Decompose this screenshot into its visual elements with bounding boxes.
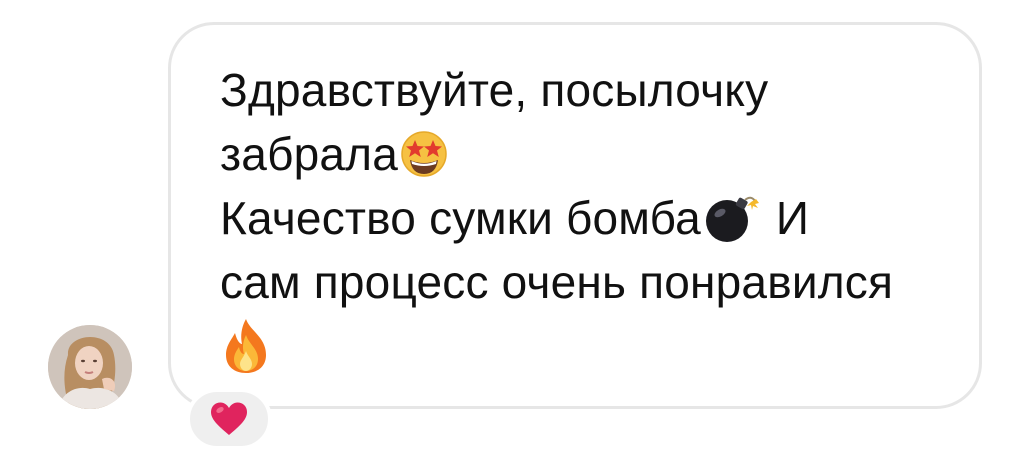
bomb-emoji-icon (701, 191, 763, 245)
avatar[interactable] (48, 325, 132, 409)
message-text-line3b: И (762, 192, 810, 244)
message-line: забрала (220, 122, 960, 186)
fire-emoji-icon (220, 317, 272, 375)
avatar-photo (48, 325, 132, 409)
reaction-badge[interactable] (186, 388, 272, 450)
message-line (220, 314, 960, 379)
message-line: сам процесс очень понравился (220, 250, 960, 314)
message-text-line3a: Качество сумки бомба (220, 192, 701, 244)
red-heart-icon (211, 402, 247, 435)
message-text-line4: сам процесс очень понравился (220, 256, 894, 308)
message-bubble[interactable]: Здравствуйте, посылочку забрала Качество… (168, 22, 982, 409)
message-line: Качество сумки бомба И (220, 186, 960, 250)
star-struck-emoji-icon (398, 128, 450, 180)
message-text-line2: забрала (220, 128, 399, 180)
message-line: Здравствуйте, посылочку (220, 58, 960, 122)
message-row: Здравствуйте, посылочку забрала Качество… (0, 0, 1028, 470)
message-text-line1: Здравствуйте, посылочку (220, 64, 769, 116)
message-text: Здравствуйте, посылочку забрала Качество… (220, 58, 960, 379)
